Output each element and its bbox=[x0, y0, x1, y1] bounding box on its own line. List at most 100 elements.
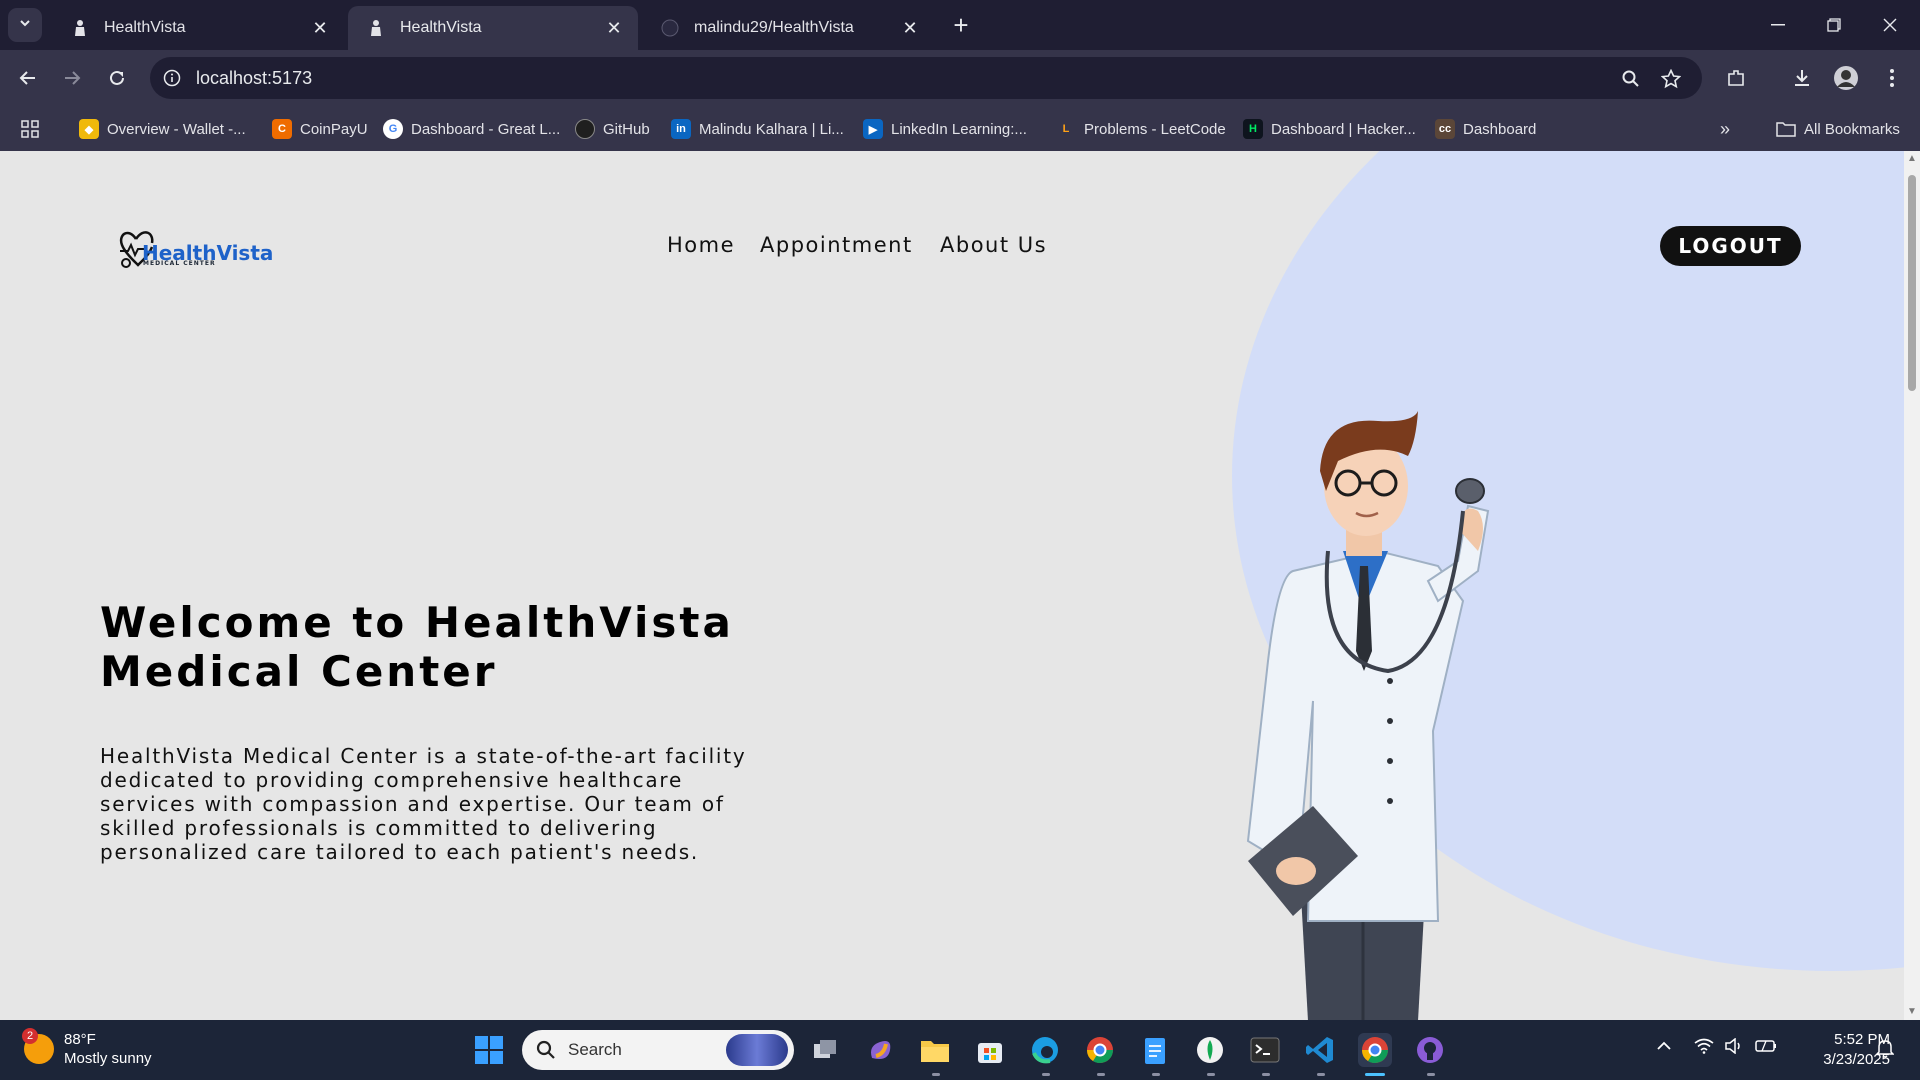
running-indicator bbox=[1097, 1073, 1105, 1076]
address-bar[interactable]: localhost:5173 bbox=[150, 57, 1702, 99]
codechef-icon: cc bbox=[1435, 119, 1455, 139]
bookmark-star-icon[interactable] bbox=[1660, 68, 1682, 90]
tab-title: HealthVista bbox=[400, 19, 482, 36]
edge-browser-icon[interactable] bbox=[1028, 1033, 1062, 1067]
doctor-illustration bbox=[1246, 411, 1490, 1020]
chrome-profile-icon[interactable] bbox=[1083, 1033, 1117, 1067]
running-indicator bbox=[1207, 1073, 1215, 1076]
bookmark-codechef[interactable]: cc Dashboard bbox=[1435, 116, 1536, 142]
browser-toolbar: localhost:5173 bbox=[0, 50, 1920, 106]
tab-github-repo[interactable]: malindu29/HealthVista ✕ bbox=[642, 6, 934, 50]
profile-avatar[interactable] bbox=[1828, 60, 1864, 96]
all-bookmarks-folder[interactable]: All Bookmarks bbox=[1776, 116, 1900, 142]
new-tab-button[interactable]: + bbox=[946, 10, 976, 40]
bookmark-label: Dashboard - Great L... bbox=[411, 120, 561, 138]
coinpayu-icon: C bbox=[272, 119, 292, 139]
tab-healthvista-1[interactable]: HealthVista ✕ bbox=[52, 6, 344, 50]
taskbar-search-box[interactable]: Search bbox=[522, 1030, 794, 1070]
copilot-icon[interactable] bbox=[863, 1033, 897, 1067]
forward-button[interactable] bbox=[54, 60, 90, 96]
doctor-favicon-icon bbox=[70, 18, 90, 38]
running-indicator bbox=[1427, 1073, 1435, 1076]
bookmark-leetcode[interactable]: L Problems - LeetCode bbox=[1056, 116, 1226, 142]
menu-kebab-icon[interactable] bbox=[1874, 60, 1910, 96]
bookmark-binance[interactable]: ◆ Overview - Wallet -... bbox=[79, 116, 246, 142]
bookmark-linkedin-learning[interactable]: ▶ LinkedIn Learning:... bbox=[863, 116, 1027, 142]
reload-button[interactable] bbox=[99, 60, 135, 96]
scrollbar-thumb[interactable] bbox=[1908, 175, 1916, 391]
close-icon[interactable]: ✕ bbox=[310, 18, 330, 38]
bookmark-hackerrank[interactable]: H Dashboard | Hacker... bbox=[1243, 116, 1416, 142]
extensions-icon[interactable] bbox=[1718, 60, 1754, 96]
notepad-icon[interactable] bbox=[1138, 1033, 1172, 1067]
logo-subtitle: MEDICAL CENTER bbox=[143, 260, 216, 267]
bookmark-label: Problems - LeetCode bbox=[1084, 120, 1226, 138]
greatlearning-icon: G bbox=[383, 119, 403, 139]
chrome-active-icon[interactable] bbox=[1358, 1033, 1392, 1067]
running-indicator bbox=[1152, 1073, 1160, 1076]
zoom-icon[interactable] bbox=[1620, 68, 1642, 90]
task-view-icon[interactable] bbox=[808, 1033, 842, 1067]
windows-taskbar: 2 88°F Mostly sunny Search 5:52 PM 3/23/… bbox=[0, 1020, 1920, 1080]
leetcode-icon: L bbox=[1062, 123, 1070, 135]
bookmark-label: CoinPayU bbox=[300, 120, 368, 138]
binance-icon: ◆ bbox=[79, 119, 99, 139]
weather-temperature: 88°F bbox=[64, 1031, 96, 1048]
volume-icon[interactable] bbox=[1724, 1037, 1744, 1059]
tab-healthvista-2[interactable]: HealthVista ✕ bbox=[348, 6, 638, 50]
vscode-icon[interactable] bbox=[1303, 1033, 1337, 1067]
more-bookmarks-icon[interactable]: » bbox=[1720, 116, 1730, 142]
url-text: localhost:5173 bbox=[196, 67, 313, 88]
active-indicator bbox=[1365, 1073, 1385, 1076]
bookmark-label: Dashboard bbox=[1463, 120, 1537, 138]
terminal-icon[interactable] bbox=[1248, 1033, 1282, 1067]
bookmark-label: Malindu Kalhara | Li... bbox=[699, 120, 844, 138]
tab-strip: HealthVista ✕ HealthVista ✕ malindu29/He… bbox=[0, 0, 1920, 50]
back-button[interactable] bbox=[10, 60, 46, 96]
logout-button[interactable]: LOGOUT bbox=[1660, 226, 1801, 266]
wifi-icon[interactable] bbox=[1694, 1038, 1714, 1059]
downloads-icon[interactable] bbox=[1784, 60, 1820, 96]
close-icon[interactable]: ✕ bbox=[604, 18, 624, 38]
page-scrollbar[interactable]: ▲ ▼ bbox=[1904, 151, 1920, 1020]
apps-grid-icon[interactable] bbox=[20, 116, 40, 142]
chevron-down-icon bbox=[18, 16, 32, 35]
minimize-button[interactable] bbox=[1750, 0, 1806, 50]
github-desktop-icon[interactable] bbox=[1413, 1033, 1447, 1067]
close-icon[interactable]: ✕ bbox=[900, 18, 920, 38]
restore-button[interactable] bbox=[1806, 0, 1862, 50]
close-window-button[interactable] bbox=[1862, 0, 1918, 50]
bookmark-greatlearning[interactable]: G Dashboard - Great L... bbox=[383, 116, 560, 142]
mongodb-compass-icon[interactable] bbox=[1193, 1033, 1227, 1067]
weather-alert-badge: 2 bbox=[22, 1028, 38, 1044]
running-indicator bbox=[932, 1073, 940, 1076]
bookmark-label: Dashboard | Hacker... bbox=[1271, 120, 1416, 138]
file-explorer-icon[interactable] bbox=[918, 1033, 952, 1067]
windows-start-icon[interactable] bbox=[472, 1033, 506, 1067]
github-icon bbox=[575, 119, 595, 139]
bookmark-linkedin-profile[interactable]: in Malindu Kalhara | Li... bbox=[671, 116, 844, 142]
info-icon[interactable] bbox=[162, 68, 182, 88]
tray-overflow-icon[interactable] bbox=[1656, 1038, 1672, 1059]
notification-bell-icon[interactable] bbox=[1875, 1038, 1895, 1063]
bookmark-github[interactable]: GitHub bbox=[575, 116, 650, 142]
running-indicator bbox=[1042, 1073, 1050, 1076]
battery-icon[interactable] bbox=[1754, 1038, 1778, 1059]
weather-sun-icon: 2 bbox=[22, 1028, 54, 1064]
bookmark-coinpayu[interactable]: C CoinPayU bbox=[272, 116, 368, 142]
bookmark-label: GitHub bbox=[603, 120, 650, 138]
nav-appointment-link[interactable]: Appointment bbox=[760, 233, 913, 257]
hero-title: Welcome to HealthVista Medical Center bbox=[100, 598, 734, 696]
search-highlight-image-icon bbox=[726, 1034, 788, 1066]
running-indicator bbox=[1317, 1073, 1325, 1076]
scroll-down-arrow-icon[interactable]: ▼ bbox=[1906, 1006, 1918, 1018]
hero-description: HealthVista Medical Center is a state-of… bbox=[100, 744, 747, 864]
weather-condition: Mostly sunny bbox=[64, 1050, 152, 1067]
tab-search-button[interactable] bbox=[8, 8, 42, 42]
weather-widget[interactable]: 2 88°F Mostly sunny bbox=[22, 1028, 152, 1068]
nav-about-link[interactable]: About Us bbox=[940, 233, 1047, 257]
nav-home-link[interactable]: Home bbox=[667, 233, 735, 257]
microsoft-store-icon[interactable] bbox=[973, 1033, 1007, 1067]
folder-icon bbox=[1776, 121, 1796, 137]
scroll-up-arrow-icon[interactable]: ▲ bbox=[1906, 153, 1918, 165]
